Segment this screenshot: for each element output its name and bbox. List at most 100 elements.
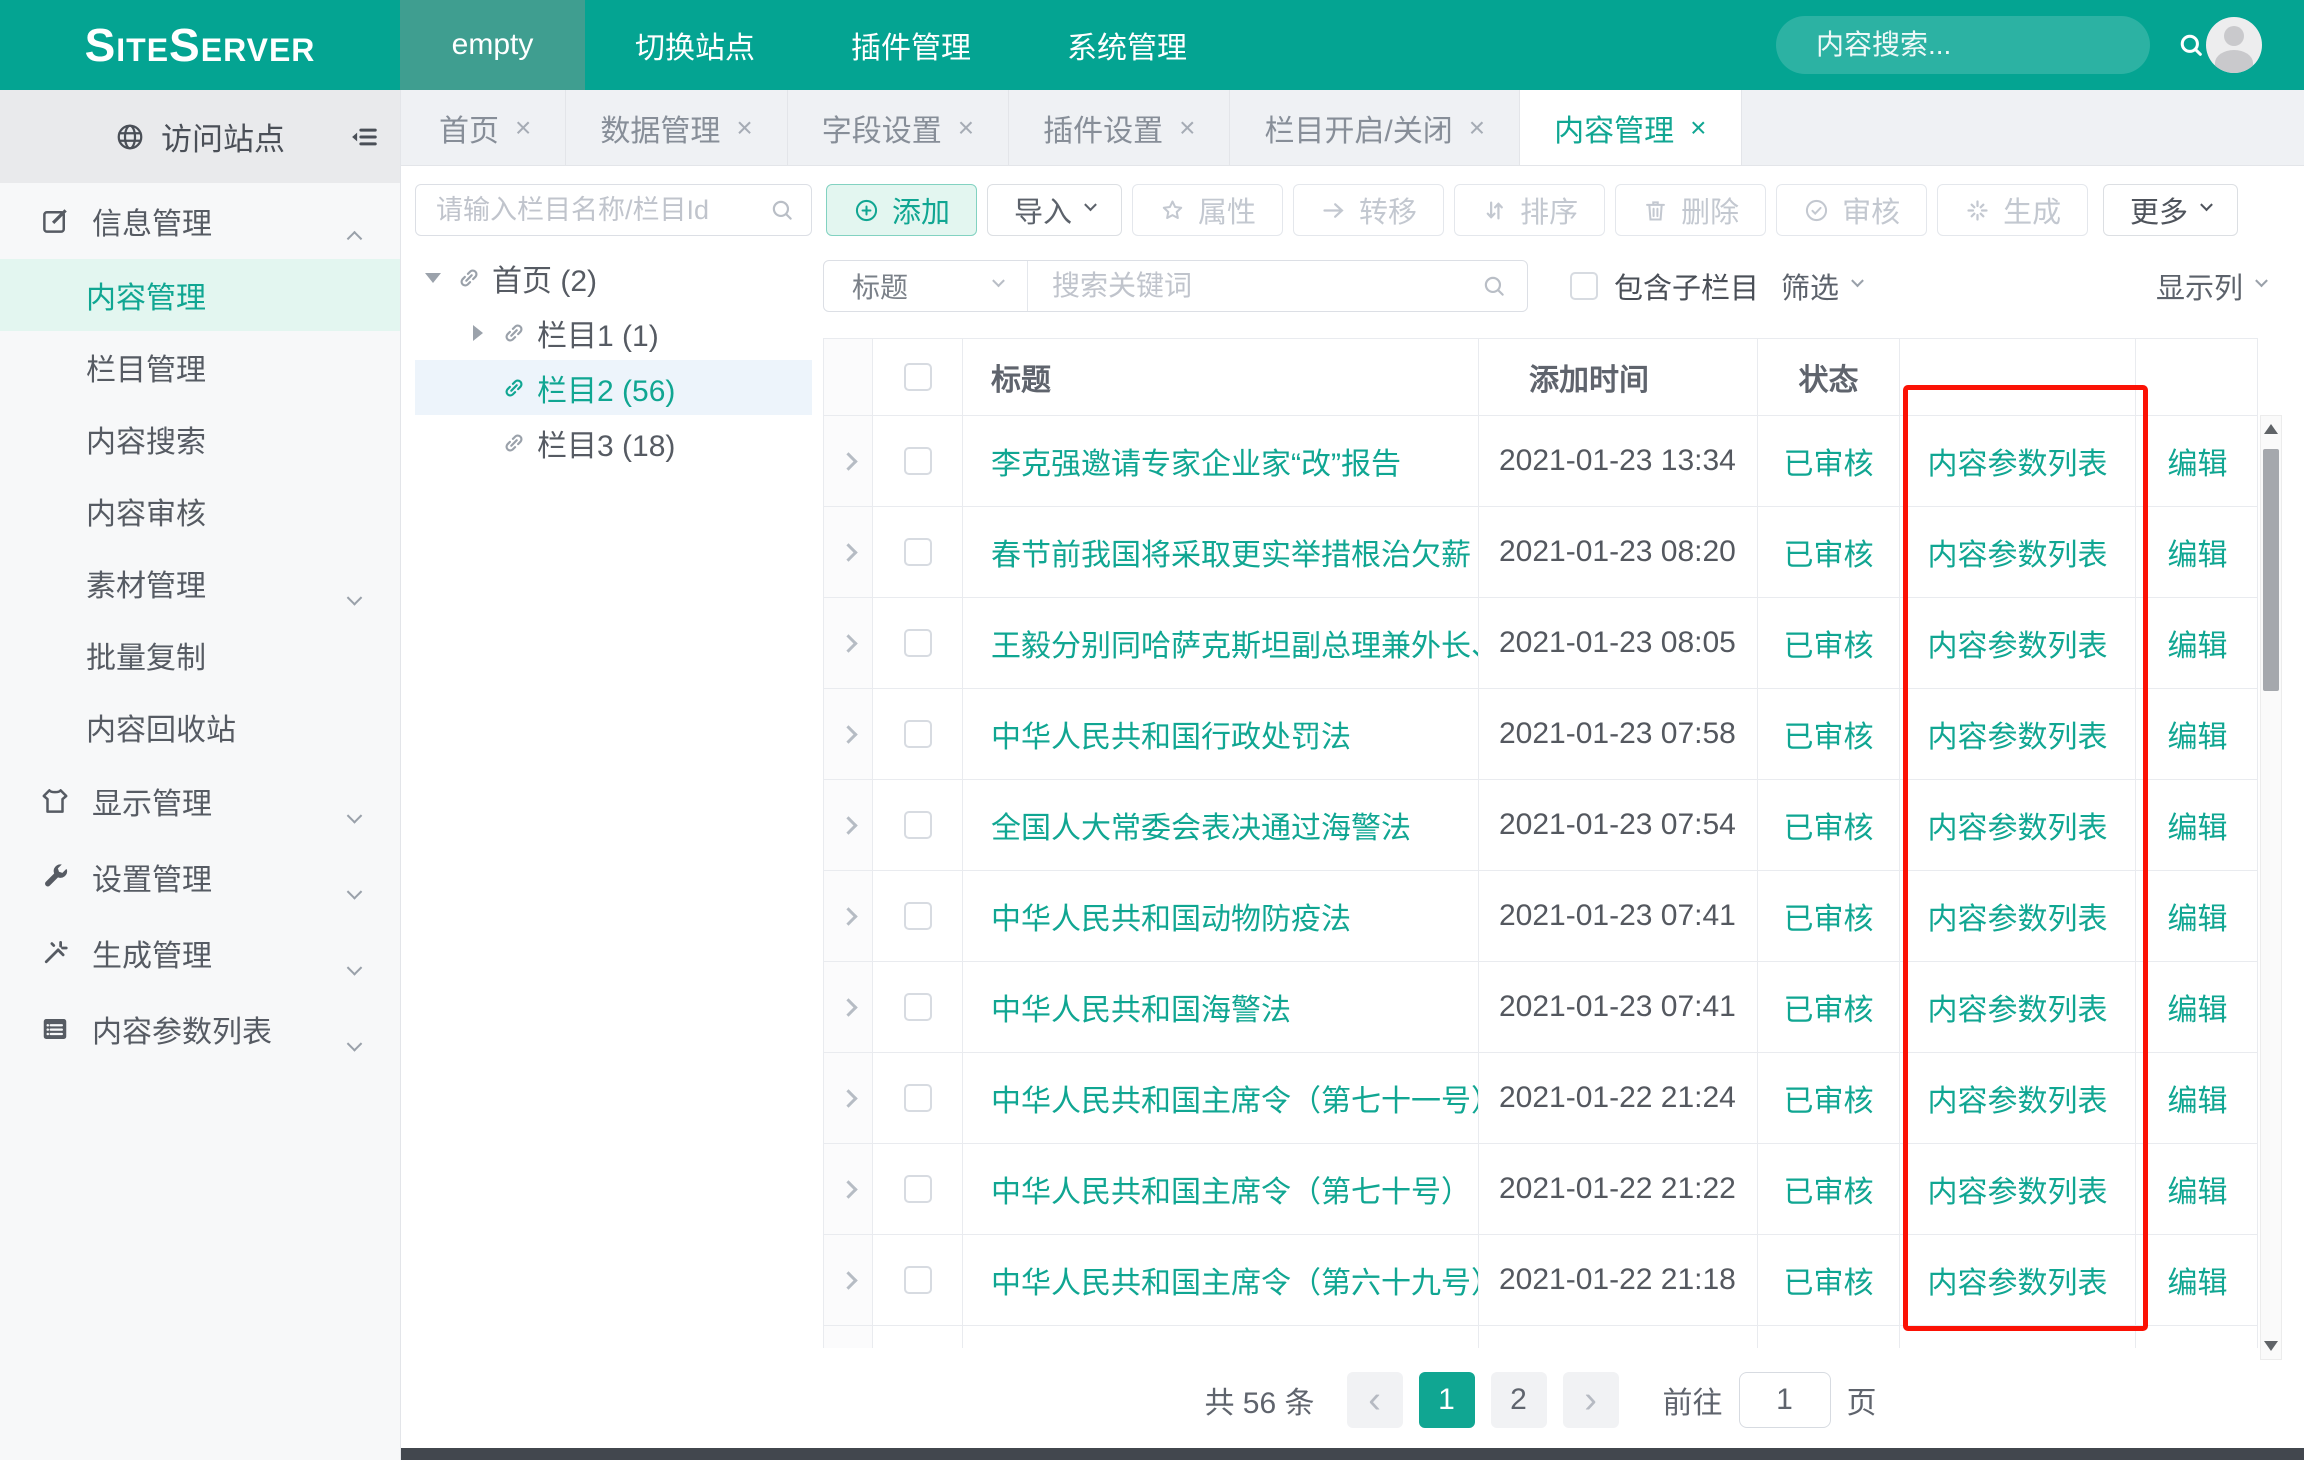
content-params-link[interactable]: 内容参数列表 bbox=[1928, 621, 2108, 665]
row-checkbox[interactable] bbox=[904, 447, 932, 475]
content-params-link[interactable]: 内容参数列表 bbox=[1928, 439, 2108, 483]
workspace-tab[interactable]: 字段设置 × bbox=[788, 90, 1009, 165]
workspace-tab[interactable]: 数据管理 × bbox=[566, 90, 787, 165]
search-icon[interactable] bbox=[1481, 273, 1507, 299]
content-params-link[interactable]: 内容参数列表 bbox=[1928, 712, 2108, 756]
content-search-input[interactable] bbox=[1816, 29, 2177, 61]
tab-close-icon[interactable]: × bbox=[736, 112, 752, 144]
tab-close-icon[interactable]: × bbox=[1690, 112, 1706, 144]
content-title-link[interactable]: 中华人民共和国海警法 bbox=[991, 985, 1291, 1029]
edit-link[interactable]: 编辑 bbox=[2168, 439, 2228, 483]
sidebar-item-recycle-bin[interactable]: 内容回收站 bbox=[0, 691, 400, 763]
sidebar-item-content-admin[interactable]: 内容管理 bbox=[0, 259, 400, 331]
keyword-input[interactable] bbox=[1028, 270, 1461, 302]
row-checkbox[interactable] bbox=[904, 1175, 932, 1203]
transfer-button[interactable]: 转移 bbox=[1293, 184, 1444, 236]
content-params-link[interactable]: 内容参数列表 bbox=[1928, 894, 2108, 938]
edit-link[interactable]: 编辑 bbox=[2168, 712, 2228, 756]
content-params-link[interactable]: 内容参数列表 bbox=[1928, 985, 2108, 1029]
row-expand-chevron-icon[interactable] bbox=[839, 998, 857, 1016]
edit-link[interactable]: 编辑 bbox=[2168, 1076, 2228, 1120]
tree-expand-open-icon[interactable] bbox=[425, 273, 440, 283]
scrollbar-thumb[interactable] bbox=[2263, 449, 2279, 691]
sidebar-item-content-review[interactable]: 内容审核 bbox=[0, 475, 400, 547]
sidebar-group-content-params[interactable]: 内容参数列表 bbox=[0, 991, 400, 1067]
edit-link[interactable]: 编辑 bbox=[2168, 530, 2228, 574]
row-checkbox[interactable] bbox=[904, 720, 932, 748]
workspace-tab[interactable]: 栏目开启/关闭 × bbox=[1230, 90, 1520, 165]
edit-link[interactable]: 编辑 bbox=[2168, 894, 2228, 938]
content-title-link[interactable]: 王毅分别同哈萨克斯坦副总理兼外长、乌 bbox=[991, 621, 1479, 665]
content-title-link[interactable]: 李克强邀请专家企业家“改”报告 bbox=[991, 439, 1401, 483]
search-icon[interactable] bbox=[2177, 31, 2205, 59]
edit-link[interactable]: 编辑 bbox=[2168, 1167, 2228, 1211]
row-checkbox[interactable] bbox=[904, 993, 932, 1021]
goto-page-input[interactable] bbox=[1739, 1372, 1831, 1428]
prev-page-button[interactable]: ‹ bbox=[1347, 1372, 1403, 1428]
tree-node-channel2-selected[interactable]: 栏目2 (56) bbox=[415, 360, 812, 415]
row-expand-chevron-icon[interactable] bbox=[839, 725, 857, 743]
tree-node-channel3[interactable]: 栏目3 (18) bbox=[415, 415, 812, 470]
content-params-link[interactable]: 内容参数列表 bbox=[1928, 1076, 2108, 1120]
sidebar-item-channel-admin[interactable]: 栏目管理 bbox=[0, 331, 400, 403]
workspace-tab[interactable]: 首页 × bbox=[405, 90, 566, 165]
tab-close-icon[interactable]: × bbox=[958, 112, 974, 144]
content-title-link[interactable]: 中华人民共和国行政处罚法 bbox=[991, 712, 1351, 756]
content-title-link[interactable]: 中华人民共和国动物防疫法 bbox=[991, 894, 1351, 938]
edit-link[interactable]: 编辑 bbox=[2168, 1258, 2228, 1302]
content-title-link[interactable]: 春节前我国将采取更实举措根治欠薪 bbox=[991, 530, 1471, 574]
row-checkbox[interactable] bbox=[904, 629, 932, 657]
next-page-button[interactable]: › bbox=[1563, 1372, 1619, 1428]
sidebar-collapse-icon[interactable] bbox=[348, 122, 380, 152]
row-expand-chevron-icon[interactable] bbox=[839, 1271, 857, 1289]
tree-expand-closed-icon[interactable] bbox=[470, 325, 485, 341]
row-expand-chevron-icon[interactable] bbox=[839, 816, 857, 834]
sidebar-item-material-admin[interactable]: 素材管理 bbox=[0, 547, 400, 619]
sidebar-group-display-admin[interactable]: 显示管理 bbox=[0, 763, 400, 839]
more-button[interactable]: 更多 bbox=[2103, 184, 2238, 236]
row-checkbox[interactable] bbox=[904, 538, 932, 566]
tree-node-home[interactable]: 首页 (2) bbox=[415, 250, 812, 305]
page-number-button[interactable]: 1 bbox=[1419, 1372, 1475, 1428]
review-button[interactable]: 审核 bbox=[1776, 184, 1927, 236]
sidebar-item-batch-copy[interactable]: 批量复制 bbox=[0, 619, 400, 691]
row-expand-chevron-icon[interactable] bbox=[839, 1180, 857, 1198]
content-title-link[interactable]: 中华人民共和国主席令（第六十九号）.. bbox=[991, 1258, 1479, 1302]
include-children-checkbox[interactable] bbox=[1570, 272, 1598, 300]
edit-link[interactable]: 编辑 bbox=[2168, 985, 2228, 1029]
row-checkbox[interactable] bbox=[904, 1266, 932, 1294]
workspace-tab[interactable]: 内容管理 × bbox=[1520, 90, 1741, 165]
tab-close-icon[interactable]: × bbox=[515, 112, 531, 144]
row-expand-chevron-icon[interactable] bbox=[839, 907, 857, 925]
sort-button[interactable]: 排序 bbox=[1454, 184, 1605, 236]
attributes-button[interactable]: 属性 bbox=[1132, 184, 1283, 236]
search-field-select[interactable]: 标题 bbox=[824, 261, 1028, 311]
menu-switch-site[interactable]: 切换站点 bbox=[635, 23, 755, 67]
menu-system-admin[interactable]: 系统管理 bbox=[1067, 23, 1187, 67]
content-title-link[interactable]: 全国人大常委会表决通过海警法 bbox=[991, 803, 1411, 847]
select-all-checkbox[interactable] bbox=[904, 363, 932, 391]
sidebar-group-settings-admin[interactable]: 设置管理 bbox=[0, 839, 400, 915]
display-columns-dropdown[interactable]: 显示列 bbox=[2156, 265, 2266, 307]
content-params-link[interactable]: 内容参数列表 bbox=[1928, 1167, 2108, 1211]
channel-search-box[interactable] bbox=[415, 184, 812, 236]
content-title-link[interactable]: 中华人民共和国主席令（第七十一号）.. bbox=[991, 1076, 1479, 1120]
row-expand-chevron-icon[interactable] bbox=[839, 452, 857, 470]
generate-button[interactable]: 生成 bbox=[1937, 184, 2088, 236]
sidebar-group-info-admin[interactable]: 信息管理 bbox=[0, 183, 400, 259]
workspace-tab[interactable]: 插件设置 × bbox=[1009, 90, 1230, 165]
tree-node-channel1[interactable]: 栏目1 (1) bbox=[415, 305, 812, 360]
menu-plugin-admin[interactable]: 插件管理 bbox=[851, 23, 971, 67]
scroll-up-arrow-icon[interactable] bbox=[2264, 424, 2278, 434]
import-button[interactable]: 导入 bbox=[987, 184, 1122, 236]
content-params-link[interactable]: 内容参数列表 bbox=[1928, 803, 2108, 847]
current-site-tab[interactable]: empty bbox=[400, 0, 585, 90]
sidebar-item-content-search[interactable]: 内容搜索 bbox=[0, 403, 400, 475]
content-params-link[interactable]: 内容参数列表 bbox=[1928, 530, 2108, 574]
edit-link[interactable]: 编辑 bbox=[2168, 621, 2228, 665]
tab-close-icon[interactable]: × bbox=[1469, 112, 1485, 144]
add-button[interactable]: 添加 bbox=[826, 184, 977, 236]
edit-link[interactable]: 编辑 bbox=[2168, 803, 2228, 847]
row-expand-chevron-icon[interactable] bbox=[839, 543, 857, 561]
table-scrollbar[interactable] bbox=[2260, 415, 2282, 1360]
